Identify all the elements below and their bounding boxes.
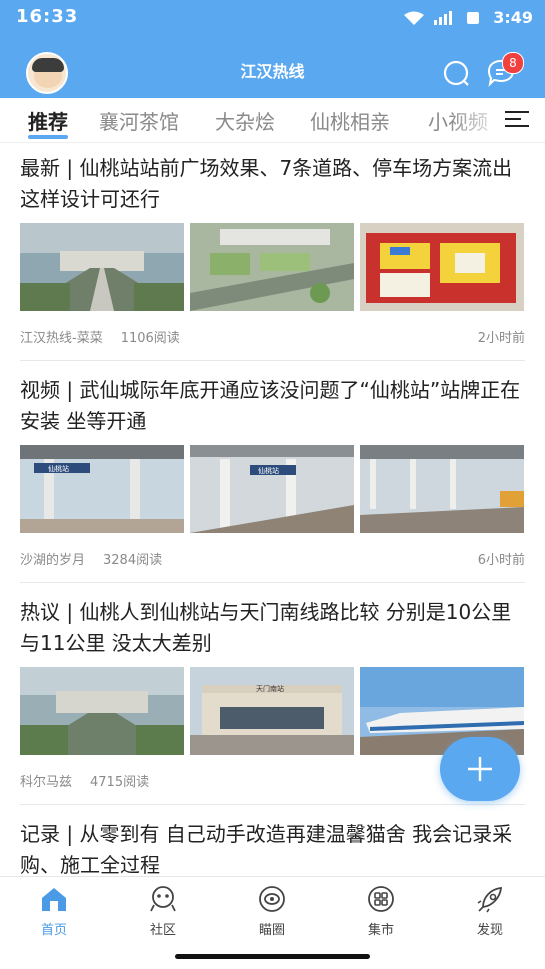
status-bar: 16:33 3:49: [0, 0, 545, 38]
article-reads: 1106阅读: [120, 331, 180, 346]
nav-circle-label: 瞄圈: [258, 923, 285, 938]
tab-menu-icon[interactable]: [505, 111, 529, 129]
tianmen-sign-text: 天门南站: [256, 684, 284, 693]
article-reads: 4715阅读: [90, 775, 150, 790]
market-icon: [368, 886, 394, 912]
article-title[interactable]: 热议 | 仙桃人到仙桃站与天门南线路比较 分别是10公里与11公里 没太大差别: [20, 597, 525, 659]
home-indicator[interactable]: [175, 954, 370, 959]
status-time-right: 3:49: [493, 8, 533, 27]
station-platform-image[interactable]: 仙桃站: [190, 445, 354, 533]
tab-fade: [449, 98, 509, 142]
article-title[interactable]: 视频 | 武仙城际年底开通应该没问题了“仙桃站”站牌正在安装 坐等开通: [20, 375, 525, 437]
nav-community-label: 社区: [149, 923, 176, 938]
station-aerial-view-image[interactable]: [190, 223, 354, 311]
article-meta: 沙湖的岁月 3284阅读 6小时前: [20, 533, 525, 583]
tab-xianghe-teahouse[interactable]: 襄河茶馆: [99, 106, 179, 135]
railway-platform-image[interactable]: [360, 445, 524, 533]
wifi-icon: [404, 11, 425, 25]
nav-market-label: 集市: [367, 923, 394, 938]
article-card[interactable]: 最新 | 仙桃站站前广场效果、7条道路、停车场方案流出 这样设计可还行 江汉热线…: [0, 143, 545, 361]
article-images: 天门南站: [20, 667, 525, 755]
article-images: 仙桃站 仙桃站: [20, 445, 525, 533]
category-tabs: 推荐 襄河茶馆 大杂烩 仙桃相亲 小视频: [0, 98, 545, 143]
station-plaza-render-image[interactable]: [20, 223, 184, 311]
article-reads: 3284阅读: [103, 553, 163, 568]
status-right: 3:49: [403, 8, 533, 27]
home-icon: [42, 888, 66, 911]
nav-community[interactable]: 社区: [128, 885, 198, 938]
tab-xiantao-dating[interactable]: 仙桃相亲: [310, 106, 390, 135]
station-sign-text: 仙桃站: [48, 464, 69, 473]
eye-icon: [259, 886, 285, 912]
article-images: [20, 223, 525, 311]
nav-home[interactable]: 首页: [19, 885, 89, 938]
add-post-button[interactable]: [440, 737, 520, 801]
article-title[interactable]: 记录 | 从零到有 自己动手改造再建温馨猫舍 我会记录采购、施工全过程: [20, 819, 525, 881]
rocket-icon: [477, 886, 503, 913]
article-time: 6小时前: [477, 553, 525, 568]
nav-market[interactable]: 集市: [346, 885, 416, 938]
message-badge: 8: [502, 52, 524, 74]
article-author[interactable]: 江汉热线-菜菜: [20, 331, 103, 346]
station-sign-text: 仙桃站: [258, 466, 279, 475]
community-icon: [150, 886, 176, 912]
article-title[interactable]: 最新 | 仙桃站站前广场效果、7条道路、停车场方案流出 这样设计可还行: [20, 153, 525, 215]
app-header: 江汉热线 8: [0, 38, 545, 98]
nav-circle[interactable]: 瞄圈: [237, 885, 307, 938]
tab-active-indicator: [28, 135, 68, 139]
station-site-plan-image[interactable]: [360, 223, 524, 311]
nav-discover-label: 发现: [476, 923, 503, 938]
station-plaza-render-image[interactable]: [20, 667, 184, 755]
signal-icon: [434, 10, 453, 25]
nav-home-label: 首页: [40, 923, 67, 938]
tab-miscellany[interactable]: 大杂烩: [215, 106, 275, 135]
tab-recommend[interactable]: 推荐: [28, 106, 68, 135]
tianmen-south-station-image[interactable]: 天门南站: [190, 667, 354, 755]
article-time: 2小时前: [477, 331, 525, 346]
nav-discover[interactable]: 发现: [455, 885, 525, 938]
station-sign-photo-image[interactable]: 仙桃站: [20, 445, 184, 533]
article-meta: 江汉热线-菜菜 1106阅读 2小时前: [20, 311, 525, 361]
article-card[interactable]: 视频 | 武仙城际年底开通应该没问题了“仙桃站”站牌正在安装 坐等开通 仙桃站 …: [0, 361, 545, 583]
status-time-left: 16:33: [16, 6, 79, 27]
article-card[interactable]: 记录 | 从零到有 自己动手改造再建温馨猫舍 我会记录采购、施工全过程: [0, 805, 545, 881]
plus-icon: [468, 757, 492, 781]
article-author[interactable]: 沙湖的岁月: [20, 553, 85, 568]
article-author[interactable]: 科尔马兹: [20, 775, 72, 790]
battery-icon: [467, 11, 480, 24]
search-icon[interactable]: [442, 59, 470, 87]
